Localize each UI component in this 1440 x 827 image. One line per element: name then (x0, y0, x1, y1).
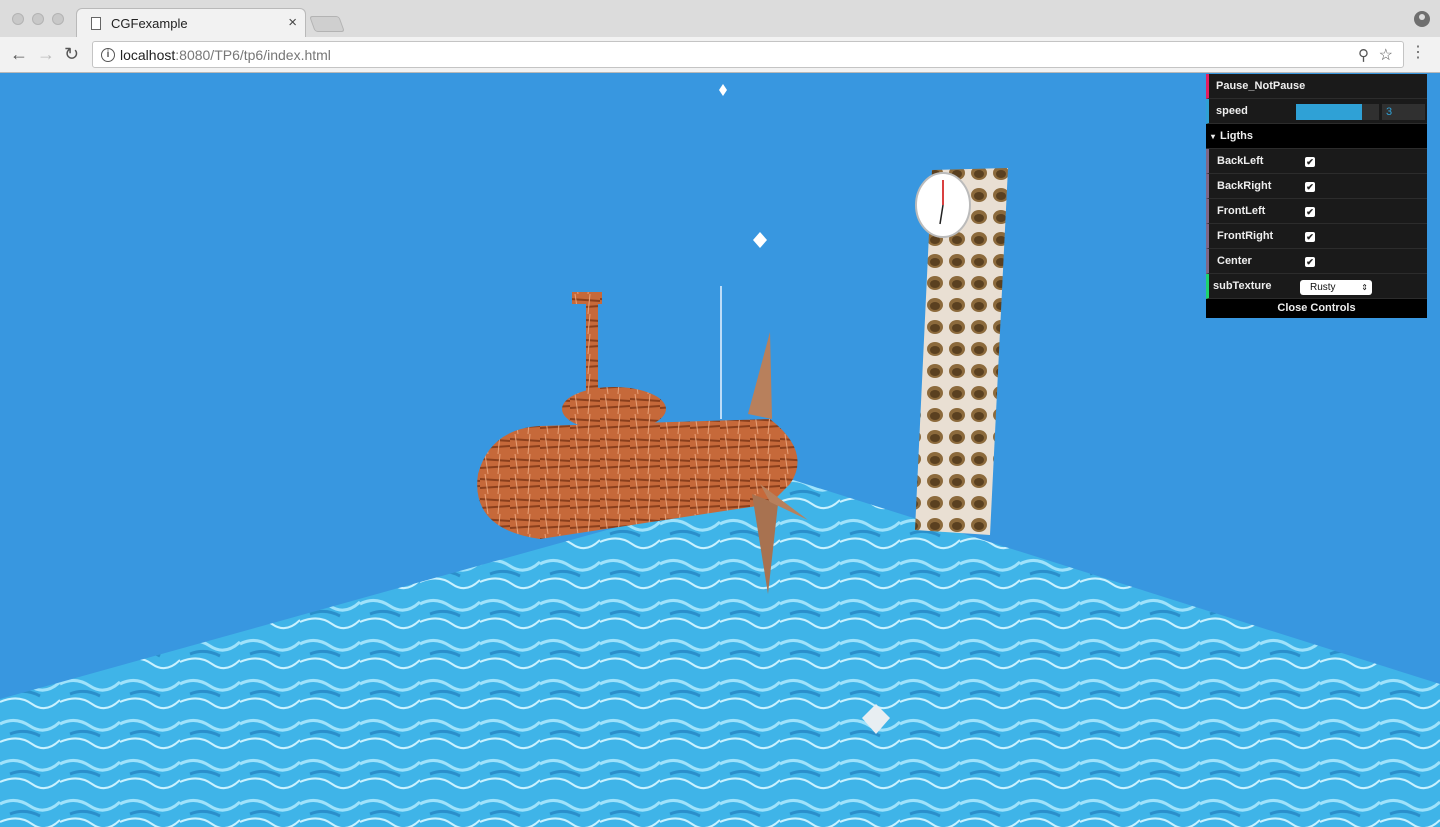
info-icon[interactable]: i (101, 48, 115, 62)
speed-input[interactable]: 3 (1382, 104, 1425, 120)
speed-slider[interactable] (1296, 104, 1379, 120)
window-controls (12, 13, 64, 25)
subtexture-control: subTexture Rusty ⇕ (1206, 274, 1427, 299)
subtexture-select[interactable]: Rusty ⇕ (1300, 280, 1372, 295)
speed-control: speed 3 (1206, 99, 1427, 124)
pause-toggle-button[interactable]: Pause_NotPause (1206, 74, 1427, 99)
light-toggle-frontright[interactable]: FrontRight ✔ (1206, 224, 1427, 249)
tab-close-icon[interactable]: × (288, 14, 297, 31)
url-path: :8080/TP6/tp6/index.html (175, 47, 331, 63)
subtexture-value: Rusty (1310, 282, 1336, 293)
light-label: BackLeft (1217, 155, 1264, 167)
url-text: localhost:8080/TP6/tp6/index.html (120, 47, 331, 63)
light-label: FrontLeft (1217, 205, 1266, 217)
address-bar[interactable]: i localhost:8080/TP6/tp6/index.html ⚲ ☆ (92, 41, 1404, 68)
light-label: Center (1217, 255, 1252, 267)
speed-label: speed (1216, 105, 1248, 117)
minimize-window-button[interactable] (32, 13, 44, 25)
profile-icon[interactable] (1414, 11, 1430, 27)
select-arrow-icon: ⇕ (1361, 283, 1368, 292)
speed-slider-fill (1296, 104, 1363, 120)
close-controls-button[interactable]: Close Controls (1206, 299, 1427, 318)
bookmark-star-icon[interactable]: ☆ (1379, 45, 1393, 65)
light-toggle-center[interactable]: Center ✔ (1206, 249, 1427, 274)
light-toggle-backleft[interactable]: BackLeft ✔ (1206, 149, 1427, 174)
maximize-window-button[interactable] (52, 13, 64, 25)
tab-title: CGFexample (111, 16, 188, 31)
light-label: BackRight (1217, 180, 1272, 192)
browser-toolbar: ← → ↻ i localhost:8080/TP6/tp6/index.htm… (0, 37, 1440, 73)
tab-strip: CGFexample × (0, 0, 1440, 37)
browser-chrome: CGFexample × ← → ↻ i localhost:8080/TP6/… (0, 0, 1440, 73)
zoom-icon[interactable]: ⚲ (1358, 46, 1369, 64)
browser-menu-icon[interactable]: ⋮ (1410, 45, 1426, 61)
lights-folder-header[interactable]: ▾ Ligths (1206, 124, 1427, 149)
tab-cgfexample[interactable]: CGFexample × (76, 8, 306, 37)
dat-gui-panel: Pause_NotPause speed 3 ▾ Ligths BackLeft… (1206, 74, 1427, 318)
light-label: FrontRight (1217, 230, 1274, 242)
document-icon (91, 17, 101, 30)
back-button[interactable]: ← (10, 45, 28, 63)
subtexture-label: subTexture (1213, 280, 1272, 292)
reload-button[interactable]: ↻ (64, 45, 79, 63)
checkbox[interactable]: ✔ (1305, 257, 1315, 267)
clock-face (915, 172, 971, 238)
light-marker (753, 232, 767, 248)
checkbox[interactable]: ✔ (1305, 207, 1315, 217)
checkbox[interactable]: ✔ (1305, 157, 1315, 167)
light-toggle-frontleft[interactable]: FrontLeft ✔ (1206, 199, 1427, 224)
close-window-button[interactable] (12, 13, 24, 25)
light-marker (719, 84, 727, 96)
water-plane (0, 479, 1440, 827)
forward-button[interactable]: → (37, 45, 55, 63)
checkbox[interactable]: ✔ (1305, 232, 1315, 242)
light-toggle-backright[interactable]: BackRight ✔ (1206, 174, 1427, 199)
checkbox[interactable]: ✔ (1305, 182, 1315, 192)
pause-label: Pause_NotPause (1216, 80, 1306, 92)
chevron-down-icon: ▾ (1211, 131, 1216, 141)
new-tab-button[interactable] (309, 16, 345, 32)
url-host: localhost (120, 47, 176, 63)
lights-folder-label: Ligths (1220, 130, 1254, 142)
